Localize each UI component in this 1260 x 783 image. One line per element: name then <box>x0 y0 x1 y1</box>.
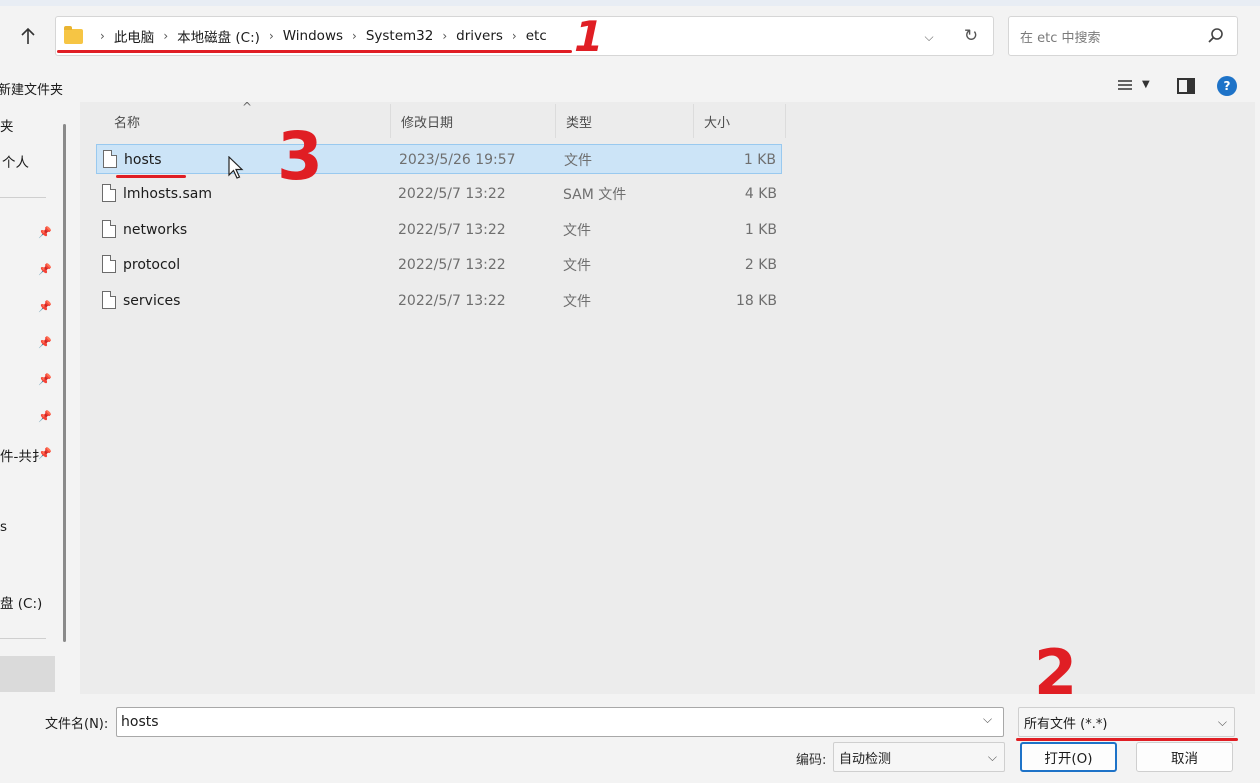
new-folder-button[interactable]: 新建文件夹 <box>0 79 63 98</box>
chevron-down-icon[interactable]: ⌵ <box>918 26 940 48</box>
file-row[interactable]: protocol 2022/5/7 13:22 文件 2 KB <box>96 250 782 280</box>
file-icon <box>102 220 116 238</box>
file-name: hosts <box>124 152 162 168</box>
chevron-right-icon: › <box>511 29 517 43</box>
filetype-value: 所有文件 (*.*) <box>1024 716 1108 732</box>
file-icon <box>102 255 116 273</box>
chevron-down-icon: ⌵ <box>987 750 997 764</box>
file-size: 1 KB <box>744 222 777 238</box>
refresh-icon[interactable]: ↻ <box>960 25 982 47</box>
file-size: 1 KB <box>743 152 776 168</box>
chevron-right-icon: › <box>442 29 448 43</box>
column-header-date[interactable]: 修改日期 <box>391 104 556 138</box>
breadcrumb-system32[interactable]: System32 <box>366 28 434 44</box>
file-size: 2 KB <box>744 257 777 273</box>
breadcrumb-drivers[interactable]: drivers <box>456 28 503 44</box>
breadcrumb-this-pc[interactable]: 此电脑 <box>114 26 155 46</box>
search-input[interactable]: 在 etc 中搜索 <box>1008 16 1238 56</box>
annotation-underline-1 <box>57 50 572 53</box>
view-options-icon[interactable] <box>1116 77 1134 95</box>
sidebar-selected-item[interactable] <box>0 656 55 692</box>
sidebar-item-local-disk[interactable]: 盘 (C:) <box>0 592 42 612</box>
chevron-down-icon[interactable]: ⌵ <box>983 712 992 727</box>
file-date: 2023/5/26 19:57 <box>399 152 516 168</box>
file-row[interactable]: services 2022/5/7 13:22 文件 18 KB <box>96 286 782 316</box>
file-size: 18 KB <box>735 293 777 309</box>
file-type: 文件 <box>563 294 591 310</box>
encoding-select[interactable]: 自动检测 ⌵ <box>833 742 1005 772</box>
pin-icon[interactable]: 📌 <box>38 263 52 276</box>
chevron-right-icon: › <box>163 29 169 43</box>
sidebar-item-s[interactable]: s <box>0 519 7 535</box>
filetype-select[interactable]: 所有文件 (*.*) ⌵ <box>1018 707 1235 737</box>
pin-icon[interactable]: 📌 <box>38 336 52 349</box>
up-arrow-icon <box>21 27 35 44</box>
sidebar-scrollbar[interactable] <box>63 124 66 642</box>
divider <box>0 638 46 639</box>
search-placeholder: 在 etc 中搜索 <box>1020 30 1101 46</box>
help-icon[interactable]: ? <box>1217 76 1237 96</box>
column-header-row: 名称 修改日期 类型 大小 <box>80 104 786 138</box>
file-date: 2022/5/7 13:22 <box>398 186 506 202</box>
chevron-right-icon: › <box>100 29 105 43</box>
file-date: 2022/5/7 13:22 <box>398 293 506 309</box>
column-header-type[interactable]: 类型 <box>556 104 694 138</box>
pin-icon[interactable]: 📌 <box>38 373 52 386</box>
title-strip <box>0 0 1260 6</box>
file-row[interactable]: hosts 2023/5/26 19:57 文件 1 KB <box>96 144 782 174</box>
annotation-underline-2 <box>1016 738 1238 741</box>
annotation-mark-2: 2 <box>1034 636 1078 709</box>
file-type: 文件 <box>563 223 591 239</box>
file-type: 文件 <box>563 258 591 274</box>
cancel-button[interactable]: 取消 <box>1136 742 1233 772</box>
chevron-right-icon: › <box>352 29 357 43</box>
file-name: lmhosts.sam <box>123 186 213 202</box>
column-header-name[interactable]: 名称 <box>104 104 391 138</box>
file-row[interactable]: networks 2022/5/7 13:22 文件 1 KB <box>96 215 782 245</box>
file-type: 文件 <box>564 153 592 169</box>
file-icon <box>102 291 116 309</box>
divider <box>0 197 46 198</box>
file-date: 2022/5/7 13:22 <box>398 257 506 273</box>
chevron-down-icon: ⌵ <box>1217 715 1227 729</box>
file-name: services <box>123 293 181 309</box>
breadcrumb-etc[interactable]: etc <box>526 28 547 44</box>
folder-icon <box>64 25 83 44</box>
pin-icon[interactable]: 📌 <box>38 226 52 239</box>
file-icon <box>103 150 117 168</box>
open-button[interactable]: 打开(O) <box>1020 742 1117 772</box>
column-header-size[interactable]: 大小 <box>694 104 786 138</box>
up-arrow-button[interactable] <box>14 22 42 50</box>
file-icon <box>102 184 116 202</box>
filename-field[interactable] <box>116 707 1004 737</box>
caret-down-icon[interactable]: ▼ <box>1142 79 1150 90</box>
file-name: networks <box>123 222 188 238</box>
file-row[interactable]: lmhosts.sam 2022/5/7 13:22 SAM 文件 4 KB <box>96 179 782 209</box>
sidebar-item-personal[interactable]: 个人 <box>2 151 29 171</box>
mouse-cursor-icon <box>228 156 244 179</box>
filename-label: 文件名(N): <box>45 717 109 732</box>
file-size: 4 KB <box>744 186 777 202</box>
file-date: 2022/5/7 13:22 <box>398 222 506 238</box>
encoding-label: 编码: <box>796 753 827 768</box>
pin-icon[interactable]: 📌 <box>38 410 52 423</box>
sidebar-item-folder[interactable]: 夹 <box>0 115 14 135</box>
chevron-right-icon: › <box>268 29 274 43</box>
annotation-underline-3 <box>116 175 186 178</box>
pin-icon[interactable]: 📌 <box>38 300 52 313</box>
file-type: SAM 文件 <box>563 187 627 203</box>
preview-pane-icon[interactable] <box>1177 78 1195 94</box>
encoding-value: 自动检测 <box>839 751 892 767</box>
search-icon[interactable] <box>1207 27 1225 45</box>
pin-icon[interactable]: 📌 <box>38 447 52 460</box>
breadcrumb-local-disk[interactable]: 本地磁盘 (C:) <box>177 26 260 46</box>
file-name: protocol <box>123 257 181 273</box>
annotation-mark-3: 3 <box>277 118 323 195</box>
breadcrumb-windows[interactable]: Windows <box>283 28 343 44</box>
